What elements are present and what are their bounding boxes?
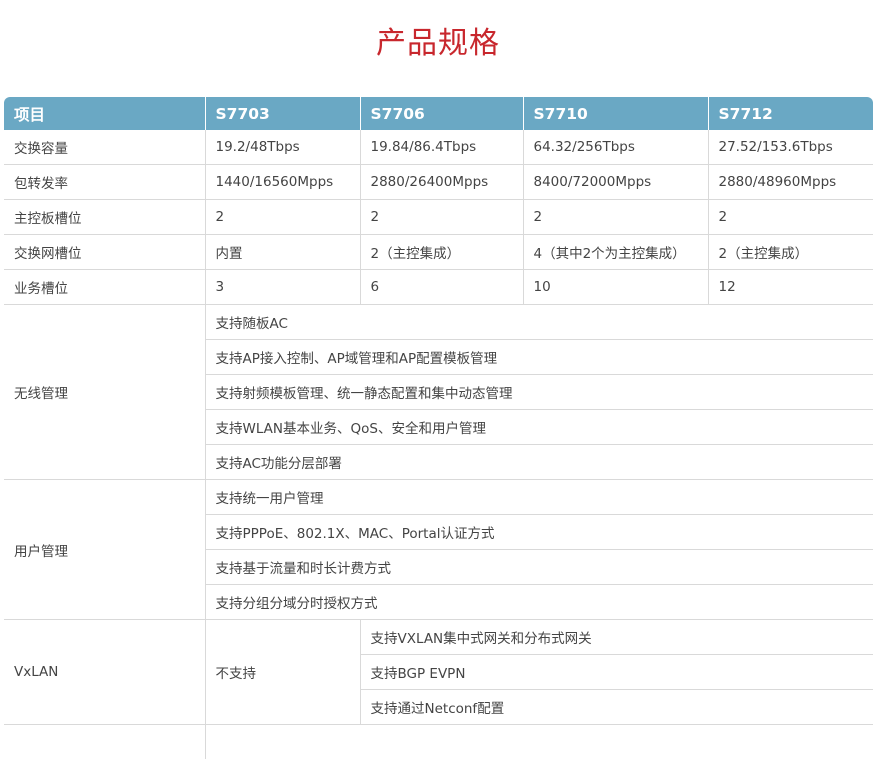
row-label: 业务槽位 [4,270,205,305]
user-mgmt-item: 支持基于流量和时长计费方式 [205,550,873,585]
row-label-user-mgmt: 用户管理 [4,480,205,620]
cell-empty [205,725,873,759]
wireless-item: 支持WLAN基本业务、QoS、安全和用户管理 [205,410,873,445]
table-row: 无线管理 支持随板AC [4,305,873,340]
wireless-item: 支持射频模板管理、统一静态配置和集中动态管理 [205,375,873,410]
cell: 2 [205,200,360,235]
table-row [4,725,873,759]
wireless-item: 支持AC功能分层部署 [205,445,873,480]
header-item: 项目 [4,97,205,130]
cell: 27.52/153.6Tbps [708,130,873,165]
vxlan-item: 支持通过Netconf配置 [360,690,873,725]
row-label: 包转发率 [4,165,205,200]
user-mgmt-item: 支持分组分域分时授权方式 [205,585,873,620]
cell: 64.32/256Tbps [523,130,708,165]
table-row: 包转发率 1440/16560Mpps 2880/26400Mpps 8400/… [4,165,873,200]
page-title: 产品规格 [0,18,876,62]
cell: 19.2/48Tbps [205,130,360,165]
cell-empty [4,725,205,759]
cell: 4（其中2个为主控集成） [523,235,708,270]
header-s7710: S7710 [523,97,708,130]
table-row: 交换网槽位 内置 2（主控集成） 4（其中2个为主控集成） 2（主控集成） [4,235,873,270]
table-header-row: 项目 S7703 S7706 S7710 S7712 [4,97,873,130]
row-label: 主控板槽位 [4,200,205,235]
cell: 6 [360,270,523,305]
table-row: 交换容量 19.2/48Tbps 19.84/86.4Tbps 64.32/25… [4,130,873,165]
vxlan-item: 支持BGP EVPN [360,655,873,690]
cell: 2880/26400Mpps [360,165,523,200]
vxlan-item: 支持VXLAN集中式网关和分布式网关 [360,620,873,655]
cell: 19.84/86.4Tbps [360,130,523,165]
row-label-wireless: 无线管理 [4,305,205,480]
cell: 2 [523,200,708,235]
header-s7712: S7712 [708,97,873,130]
header-s7706: S7706 [360,97,523,130]
wireless-item: 支持随板AC [205,305,873,340]
cell: 2（主控集成） [708,235,873,270]
user-mgmt-item: 支持统一用户管理 [205,480,873,515]
table-row: 用户管理 支持统一用户管理 [4,480,873,515]
table-row: 业务槽位 3 6 10 12 [4,270,873,305]
cell: 2 [708,200,873,235]
row-label: 交换容量 [4,130,205,165]
row-label: 交换网槽位 [4,235,205,270]
table-row: 主控板槽位 2 2 2 2 [4,200,873,235]
cell: 10 [523,270,708,305]
user-mgmt-item: 支持PPPoE、802.1X、MAC、Portal认证方式 [205,515,873,550]
vxlan-s7703-cell: 不支持 [205,620,360,725]
wireless-item: 支持AP接入控制、AP域管理和AP配置模板管理 [205,340,873,375]
cell: 3 [205,270,360,305]
cell: 2 [360,200,523,235]
table-row: VxLAN 不支持 支持VXLAN集中式网关和分布式网关 [4,620,873,655]
cell: 2880/48960Mpps [708,165,873,200]
cell: 2（主控集成） [360,235,523,270]
cell: 内置 [205,235,360,270]
cell: 8400/72000Mpps [523,165,708,200]
cell: 1440/16560Mpps [205,165,360,200]
cell: 12 [708,270,873,305]
spec-table: 项目 S7703 S7706 S7710 S7712 交换容量 19.2/48T… [4,97,873,759]
header-s7703: S7703 [205,97,360,130]
row-label-vxlan: VxLAN [4,620,205,725]
